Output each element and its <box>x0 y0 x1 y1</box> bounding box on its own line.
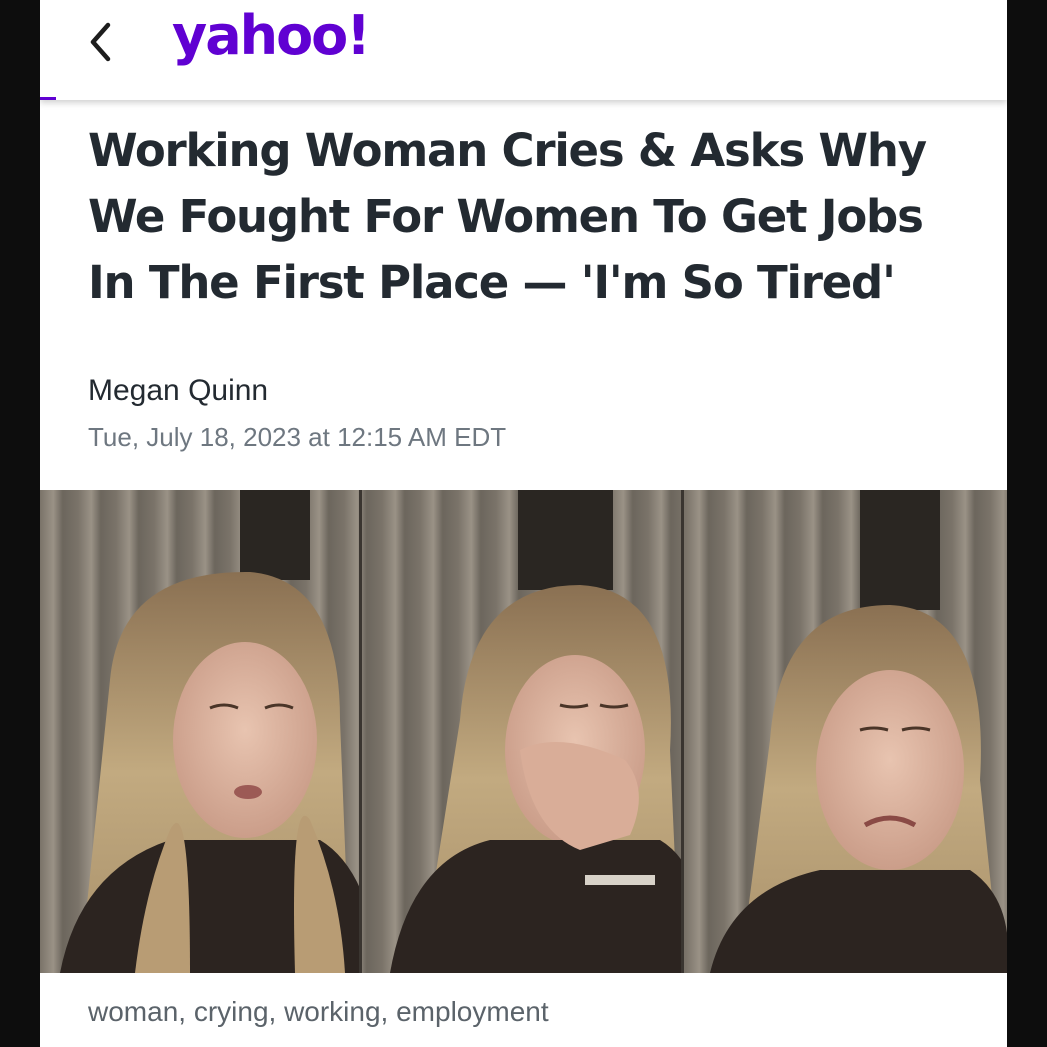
publish-date: Tue, July 18, 2023 at 12:15 AM EDT <box>88 422 507 452</box>
headline-line: Working Woman Cries & Asks Why <box>88 124 927 177</box>
headline-line: In The First Place — 'I'm So Tired' <box>88 256 896 309</box>
article-image[interactable] <box>40 490 1007 973</box>
article-screen: yahoo! Working Woman Cries & Asks Why We… <box>40 0 1007 1047</box>
photo-panel <box>361 490 702 973</box>
back-button[interactable] <box>82 20 122 64</box>
headline-line: We Fought For Women To Get Jobs <box>88 190 924 243</box>
chevron-left-icon <box>90 22 111 62</box>
brand-accent-bar <box>40 97 56 100</box>
author-name[interactable]: Megan Quinn <box>88 374 268 408</box>
article-headline: Working Woman Cries & Asks Why We Fought… <box>88 118 988 316</box>
yahoo-logo[interactable]: yahoo! <box>172 4 371 67</box>
top-navigation-bar: yahoo! <box>40 0 1007 100</box>
photo-panel <box>683 490 1007 973</box>
image-caption: woman, crying, working, employment <box>88 996 549 1027</box>
photo-panel <box>40 490 380 973</box>
